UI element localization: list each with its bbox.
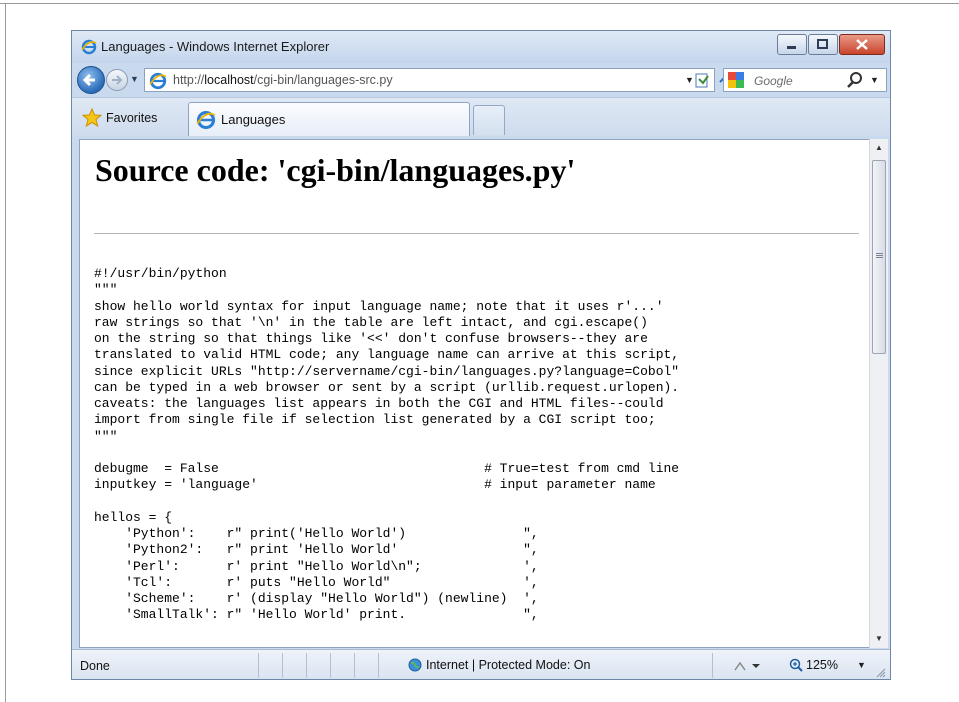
- favorites-bar: Favorites Languages: [72, 97, 890, 136]
- ie-logo-icon: [81, 39, 97, 60]
- maximize-icon: [817, 39, 828, 49]
- new-tab-button[interactable]: [473, 105, 505, 135]
- security-zone-label: Internet | Protected Mode: On: [426, 658, 591, 672]
- zoom-icon: [789, 658, 803, 672]
- add-on-status-icon[interactable]: [732, 659, 762, 676]
- status-divider: [282, 653, 283, 678]
- scroll-thumb[interactable]: [872, 160, 886, 354]
- scroll-up-arrow-icon[interactable]: ▲: [870, 139, 888, 157]
- scroll-grip-icon: [876, 253, 883, 254]
- browser-window: Languages - Windows Internet Explorer ▼ …: [71, 30, 891, 680]
- status-divider: [378, 653, 379, 678]
- page-ie-icon: [149, 72, 167, 95]
- url-host: localhost: [204, 73, 254, 87]
- url-prefix: http://: [173, 73, 205, 87]
- page-left-rule: [5, 3, 6, 702]
- window-controls: [776, 34, 885, 55]
- forward-button[interactable]: [106, 69, 128, 91]
- status-divider: [354, 653, 355, 678]
- zoom-level: 125%: [806, 658, 838, 672]
- tab-languages[interactable]: Languages: [188, 102, 470, 136]
- resize-grip-icon[interactable]: [876, 668, 886, 678]
- search-icon[interactable]: [846, 71, 864, 94]
- scroll-down-arrow-icon[interactable]: ▼: [870, 630, 888, 648]
- close-button[interactable]: [839, 34, 885, 55]
- forward-arrow-icon: [112, 75, 123, 85]
- title-bar[interactable]: Languages - Windows Internet Explorer: [72, 31, 890, 63]
- vertical-scrollbar[interactable]: ▲ ▼: [869, 139, 888, 648]
- minimize-icon: [787, 46, 796, 49]
- zoom-control[interactable]: 125%: [789, 658, 838, 672]
- tab-ie-icon: [196, 110, 216, 135]
- status-divider: [258, 653, 259, 678]
- address-bar: ▼ http://localhost/cgi-bin/languages-src…: [72, 63, 890, 97]
- search-field[interactable]: Google ▼: [723, 68, 887, 92]
- close-icon: [856, 39, 868, 50]
- recent-pages-dropdown-icon[interactable]: ▼: [130, 74, 139, 84]
- google-icon: [728, 72, 744, 88]
- search-options-dropdown-icon[interactable]: ▼: [870, 75, 879, 85]
- source-code-block: #!/usr/bin/python """ show hello world s…: [94, 266, 680, 623]
- star-icon: [82, 108, 102, 128]
- status-divider: [306, 653, 307, 678]
- page-content: Source code: 'cgi-bin/languages.py' #!/u…: [79, 139, 875, 648]
- status-bar: Done Internet | Protected Mode: On 125% …: [72, 649, 890, 679]
- page-title: Source code: 'cgi-bin/languages.py': [95, 152, 576, 188]
- security-zone[interactable]: Internet | Protected Mode: On: [408, 658, 590, 672]
- tab-label: Languages: [221, 112, 286, 127]
- minimize-button[interactable]: [777, 34, 807, 55]
- url-field[interactable]: http://localhost/cgi-bin/languages-src.p…: [144, 68, 715, 92]
- url-text: http://localhost/cgi-bin/languages-src.p…: [173, 73, 393, 87]
- back-arrow-icon: [82, 73, 95, 87]
- status-divider: [712, 653, 713, 678]
- favorites-button[interactable]: Favorites: [82, 107, 157, 129]
- maximize-button[interactable]: [808, 34, 838, 55]
- favorites-label: Favorites: [106, 111, 158, 125]
- zoom-dropdown-icon[interactable]: ▼: [857, 660, 866, 670]
- page-top-rule: [0, 3, 959, 4]
- globe-icon: [408, 658, 422, 672]
- window-title: Languages - Windows Internet Explorer: [101, 39, 330, 54]
- status-text: Done: [80, 659, 110, 673]
- horizontal-rule: [94, 233, 859, 234]
- compatibility-view-icon[interactable]: [694, 71, 712, 89]
- search-placeholder: Google: [754, 74, 793, 88]
- url-dropdown-icon[interactable]: ▼: [685, 75, 694, 85]
- status-divider: [330, 653, 331, 678]
- url-path: /cgi-bin/languages-src.py: [253, 73, 393, 87]
- back-button[interactable]: [77, 66, 105, 94]
